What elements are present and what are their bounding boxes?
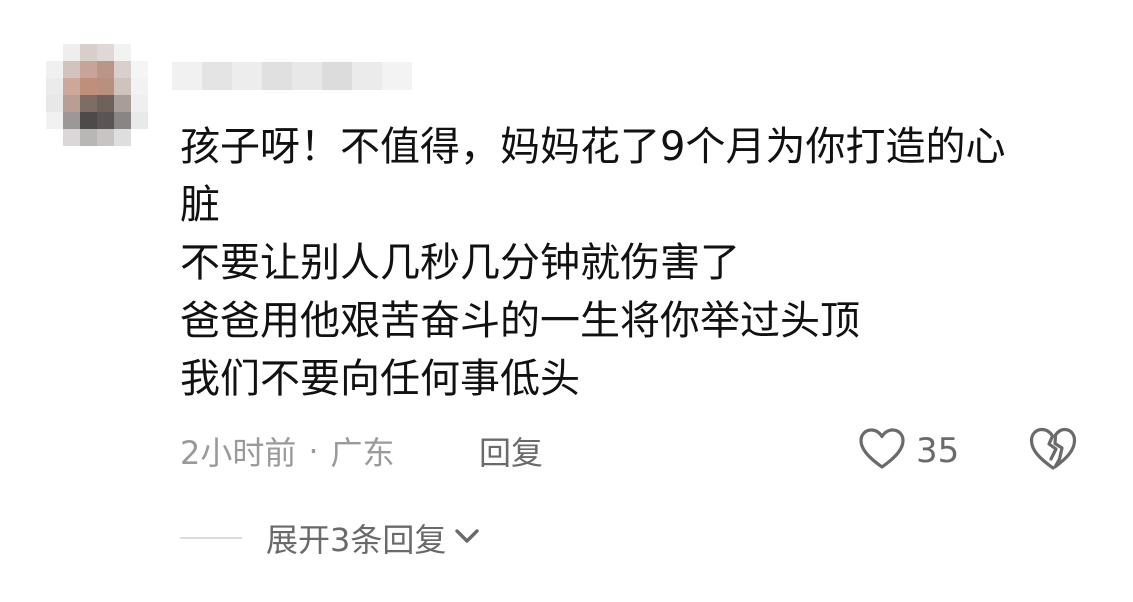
dislike-button[interactable] <box>1028 426 1078 472</box>
expand-divider <box>180 537 242 539</box>
comment-location: 广东 <box>330 434 395 472</box>
meta-separator: · <box>308 432 319 470</box>
like-button[interactable]: 35 <box>858 424 959 478</box>
broken-heart-icon <box>1028 427 1078 476</box>
reply-button[interactable]: 回复 <box>479 426 543 476</box>
comment-text: 孩子呀！不值得，妈妈花了9个月为你打造的心 脏 不要让别人几秒几分钟就伤害了 爸… <box>180 118 1110 408</box>
comment-line: 我们不要向任何事低头 <box>180 356 580 402</box>
comment-line: 孩子呀！不值得，妈妈花了9个月为你打造的心 <box>180 124 1006 170</box>
expand-replies-label: 展开3条回复 <box>266 521 447 559</box>
comment-line: 脏 <box>180 182 220 228</box>
comment-line: 爸爸用他艰苦奋斗的一生将你举过头顶 <box>180 298 860 344</box>
username-blurred[interactable] <box>172 62 412 90</box>
comment-time: 2小时前 <box>180 434 297 472</box>
comment-meta: 2小时前 · 广东 <box>180 426 395 476</box>
heart-outline-icon <box>858 427 906 475</box>
comment-line: 不要让别人几秒几分钟就伤害了 <box>180 240 740 286</box>
expand-replies-button[interactable]: 展开3条回复 <box>180 514 482 562</box>
chevron-down-icon <box>446 525 482 551</box>
like-count: 35 <box>916 431 960 471</box>
avatar[interactable] <box>46 44 148 146</box>
